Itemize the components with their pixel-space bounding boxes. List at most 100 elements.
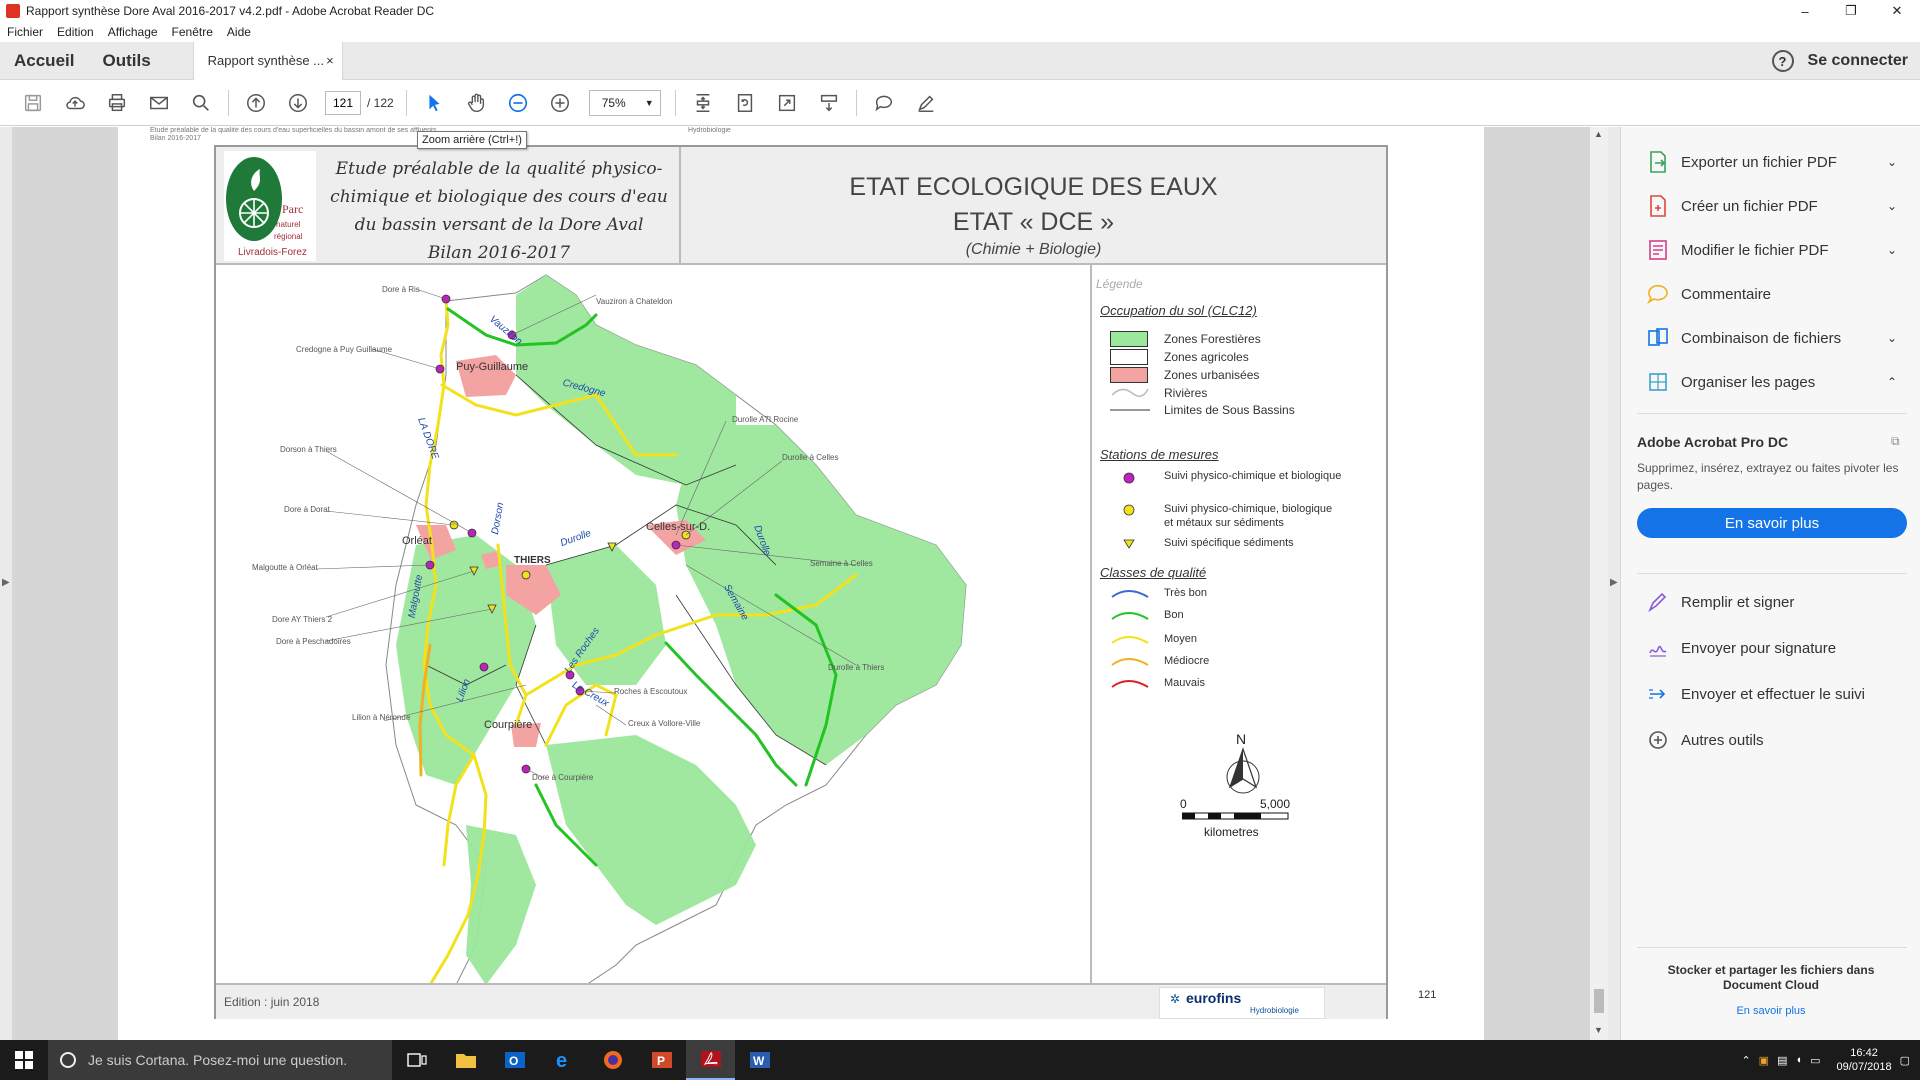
acrobat-taskbar-icon[interactable] — [686, 1040, 735, 1080]
notifications-icon[interactable]: ▢ — [1900, 1054, 1910, 1067]
email-icon[interactable] — [138, 87, 180, 119]
legend-stations-title: Stations de mesures — [1100, 447, 1219, 462]
tool-more-tools[interactable]: Autres outils — [1647, 725, 1897, 755]
print-icon[interactable] — [96, 87, 138, 119]
save-icon[interactable] — [12, 87, 54, 119]
tool-label: Autres outils — [1681, 731, 1764, 749]
legend-swatch-forest — [1110, 331, 1148, 347]
page-running-header: Etude préalable de la qualité des cours … — [150, 127, 437, 134]
tool-combine-files[interactable]: Combinaison de fichiers ⌄ — [1647, 323, 1897, 353]
station-label: Semaine à Celles — [810, 559, 873, 568]
legend-station-item: et métaux sur sédiments — [1164, 517, 1284, 529]
learn-more-button[interactable]: En savoir plus — [1637, 508, 1907, 538]
tool-send-signature[interactable]: Envoyer pour signature — [1647, 633, 1897, 663]
file-explorer-icon[interactable] — [441, 1040, 490, 1080]
divider — [1637, 947, 1907, 948]
tool-organize-pages[interactable]: Organiser les pages ⌃ — [1647, 367, 1897, 397]
tab-close-icon[interactable]: × — [326, 53, 334, 68]
left-pane-toggle[interactable]: ▶ — [0, 127, 12, 1040]
volume-icon[interactable]: ◖ — [1795, 1054, 1802, 1066]
menu-fichier[interactable]: Fichier — [7, 25, 43, 39]
tray-app-icon[interactable]: ▣ — [1759, 1054, 1769, 1067]
tool-label: Créer un fichier PDF — [1681, 197, 1818, 215]
vertical-scrollbar[interactable]: ▲ ▼ — [1590, 127, 1608, 1040]
create-pdf-icon — [1647, 195, 1669, 217]
pro-description: Supprimez, insérez, extrayez ou faites p… — [1637, 461, 1899, 492]
word-icon[interactable]: W — [735, 1040, 784, 1080]
station-label: Lilion à Néronde — [352, 713, 411, 722]
toolbar-divider — [405, 89, 407, 116]
legend-land-title: Occupation du sol (CLC12) — [1100, 303, 1257, 318]
menu-aide[interactable]: Aide — [227, 25, 251, 39]
upload-cloud-icon[interactable] — [54, 87, 96, 119]
scroll-up-icon[interactable]: ▲ — [1594, 129, 1603, 139]
tab-document[interactable]: Rapport synthèse ... × — [192, 41, 343, 80]
legend-quality-item: Médiocre — [1164, 655, 1210, 667]
tab-accueil[interactable]: Accueil — [0, 51, 88, 71]
store-learn-more-link[interactable]: En savoir plus — [1621, 1005, 1920, 1017]
tools-pane: Exporter un fichier PDF ⌄ Créer un fichi… — [1620, 127, 1920, 1040]
page-number-input[interactable] — [325, 90, 361, 115]
help-icon[interactable]: ? — [1771, 50, 1794, 72]
legend-quality-item: Bon — [1164, 609, 1184, 621]
menu-affichage[interactable]: Affichage — [108, 25, 158, 39]
close-button[interactable]: ✕ — [1874, 0, 1920, 22]
legend-station-item: Suivi physico-chimique, biologique — [1164, 503, 1333, 515]
tray-chevron-up-icon[interactable]: ⌃ — [1741, 1054, 1750, 1067]
clock[interactable]: 16:42 09/07/2018 — [1837, 1046, 1892, 1074]
network-icon[interactable]: ▤ — [1777, 1054, 1787, 1067]
pin-icon[interactable]: ⧉ — [1891, 434, 1900, 449]
scroll-mode-icon[interactable] — [808, 87, 850, 119]
task-view-icon[interactable] — [392, 1040, 441, 1080]
comment-icon[interactable] — [863, 87, 905, 119]
divider — [1637, 573, 1907, 574]
document-viewer[interactable]: ▶ Etude préalable de la qualité des cour… — [0, 127, 1620, 1040]
menu-edition[interactable]: Edition — [57, 25, 94, 39]
scroll-down-icon[interactable]: ▼ — [1594, 1025, 1603, 1035]
north-arrow-icon — [1226, 747, 1260, 794]
outlook-icon[interactable]: O — [490, 1040, 539, 1080]
cortana-search-box[interactable]: Je suis Cortana. Posez-moi une question. — [48, 1040, 392, 1080]
pro-promo: Adobe Acrobat Pro DC Supprimez, insérez,… — [1637, 434, 1907, 538]
windows-start-icon[interactable] — [0, 1040, 48, 1080]
town-label: Puy-Guillaume — [456, 361, 529, 373]
select-cursor-icon[interactable] — [413, 87, 455, 119]
zoom-select[interactable]: 75% ▼ — [588, 89, 661, 116]
tool-export-pdf[interactable]: Exporter un fichier PDF ⌄ — [1647, 147, 1897, 177]
tool-fill-sign[interactable]: Remplir et signer — [1647, 587, 1897, 617]
svg-text:P: P — [657, 1054, 665, 1068]
page-navigator: / 122 — [325, 90, 394, 115]
edge-icon[interactable]: e — [539, 1040, 588, 1080]
menu-fenetre[interactable]: Fenêtre — [172, 25, 213, 39]
maximize-button[interactable]: ❐ — [1828, 0, 1874, 22]
tool-comment[interactable]: Commentaire — [1647, 279, 1897, 309]
legend-land-item: Zones urbanisées — [1164, 368, 1260, 382]
fullscreen-icon[interactable] — [766, 87, 808, 119]
rotate-icon[interactable] — [724, 87, 766, 119]
svg-text:naturel: naturel — [276, 220, 301, 229]
hand-tool-icon[interactable] — [455, 87, 497, 119]
tool-edit-pdf[interactable]: Modifier le fichier PDF ⌄ — [1647, 235, 1897, 265]
keyboard-icon[interactable]: ▭ — [1810, 1054, 1820, 1067]
sign-in-button[interactable]: Se connecter — [1808, 52, 1908, 70]
minimize-button[interactable]: – — [1782, 0, 1828, 22]
tool-create-pdf[interactable]: Créer un fichier PDF ⌄ — [1647, 191, 1897, 221]
firefox-icon[interactable] — [588, 1040, 637, 1080]
plus-circle-icon — [1647, 729, 1669, 751]
search-icon[interactable] — [180, 87, 222, 119]
zoom-out-icon[interactable] — [497, 87, 539, 119]
svg-text:W: W — [753, 1054, 765, 1068]
right-pane-toggle[interactable]: ▶ — [1608, 127, 1620, 1040]
pen-icon[interactable] — [905, 87, 947, 119]
next-page-icon[interactable] — [277, 87, 319, 119]
previous-page-icon[interactable] — [235, 87, 277, 119]
powerpoint-icon[interactable]: P — [637, 1040, 686, 1080]
tab-outils[interactable]: Outils — [88, 51, 164, 71]
eurofins-name: eurofins — [1186, 990, 1242, 1006]
zoom-in-icon[interactable] — [539, 87, 581, 119]
fit-page-icon[interactable] — [682, 87, 724, 119]
map-title-block: ETAT ECOLOGIQUE DES EAUX ETAT « DCE » (C… — [681, 147, 1386, 265]
scrollbar-thumb[interactable] — [1594, 989, 1604, 1013]
pdf-page: Etude préalable de la qualité des cours … — [118, 127, 1484, 1040]
tool-send-track[interactable]: Envoyer et effectuer le suivi — [1647, 679, 1897, 709]
